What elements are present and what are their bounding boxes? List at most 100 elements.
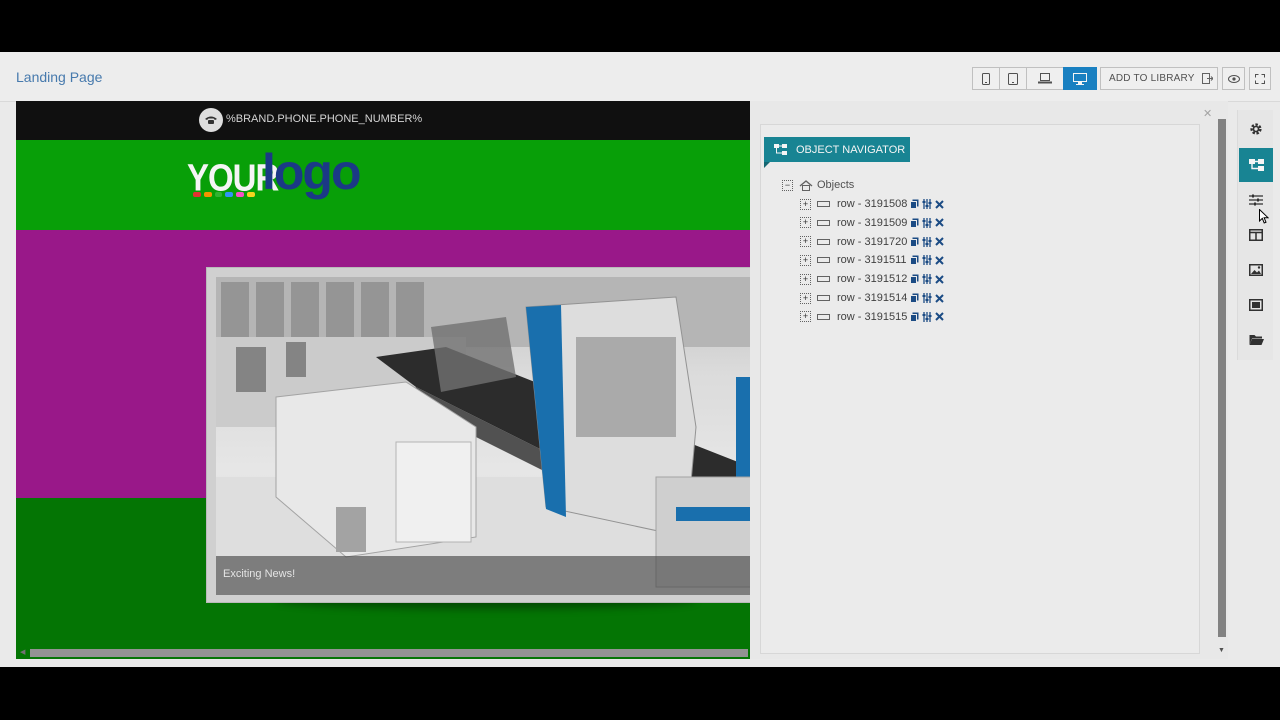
- copy-icon[interactable]: [910, 199, 919, 209]
- tree-row-label: row - 3191511: [837, 254, 907, 267]
- fullscreen-button[interactable]: [1249, 67, 1271, 90]
- phone-bar[interactable]: %BRAND.PHONE.PHONE_NUMBER%: [16, 101, 750, 140]
- sliders-icon[interactable]: [922, 293, 932, 303]
- delete-icon[interactable]: [935, 237, 944, 246]
- sliders-icon[interactable]: [922, 255, 932, 266]
- mobile-view-button[interactable]: [972, 67, 1000, 90]
- tree-root-label: Objects: [817, 179, 855, 191]
- media-button[interactable]: [1239, 288, 1273, 322]
- panel-close-icon[interactable]: ✕: [1203, 107, 1212, 120]
- gallery-icon: [1249, 299, 1263, 311]
- sitemap-icon: [1248, 159, 1264, 171]
- delete-icon[interactable]: [935, 218, 944, 228]
- phone-icon: [199, 108, 223, 132]
- tree-root[interactable]: − Objects: [782, 179, 854, 191]
- sliders-icon[interactable]: [922, 217, 932, 228]
- button-notch: [764, 162, 770, 168]
- tree-row[interactable]: + row - 3191512: [800, 273, 944, 285]
- export-icon: [1202, 73, 1213, 84]
- copy-icon[interactable]: [910, 218, 919, 228]
- row-icon: [817, 276, 830, 283]
- expand-icon[interactable]: +: [800, 236, 811, 248]
- logo-row[interactable]: YOUR logo: [16, 140, 750, 230]
- vertical-scrollbar[interactable]: [1218, 119, 1226, 637]
- sliders-icon: [1249, 194, 1263, 206]
- scroll-left-icon[interactable]: ◀: [20, 648, 25, 656]
- page-canvas[interactable]: %BRAND.PHONE.PHONE_NUMBER% YOUR logo Exc…: [16, 101, 750, 659]
- sliders-icon[interactable]: [922, 236, 932, 247]
- logo-logo-text: logo: [262, 144, 362, 200]
- news-image-card[interactable]: Exciting News!: [206, 267, 750, 603]
- tree-row[interactable]: + row - 3191511: [800, 254, 944, 266]
- sliders-icon[interactable]: [922, 274, 932, 285]
- tree-row-label: row - 3191508: [837, 198, 908, 210]
- expand-icon[interactable]: +: [800, 273, 811, 285]
- sliders-icon[interactable]: [922, 199, 932, 209]
- copy-icon[interactable]: [910, 237, 919, 247]
- sliders-icon[interactable]: [922, 311, 932, 322]
- collapse-icon[interactable]: −: [782, 179, 793, 191]
- row-icon: [817, 313, 830, 320]
- desktop-view-button[interactable]: [1063, 67, 1097, 90]
- fullscreen-icon: [1255, 73, 1265, 84]
- tree-row[interactable]: + row - 3191514: [800, 292, 944, 304]
- delete-icon[interactable]: [935, 199, 944, 209]
- delete-icon[interactable]: [935, 256, 944, 265]
- editor-window: Landing Page ADD TO LIBRARY %BRAND.PHONE…: [0, 52, 1280, 667]
- settings-button[interactable]: [1239, 112, 1273, 146]
- expand-icon[interactable]: +: [800, 254, 811, 266]
- object-navigator-panel: ✕ OBJECT NAVIGATOR − Objects + row - 3191…: [750, 101, 1228, 659]
- copy-icon[interactable]: [910, 312, 919, 322]
- file-manager-button[interactable]: [1239, 323, 1273, 357]
- logo-color-dots: [193, 192, 255, 198]
- tree-row-label: row - 3191514: [837, 292, 908, 304]
- image-caption: Exciting News!: [223, 568, 296, 580]
- tree-row[interactable]: + row - 3191509: [800, 217, 944, 229]
- object-navigator-label: OBJECT NAVIGATOR: [796, 143, 906, 156]
- mobile-icon: [982, 72, 990, 85]
- tree-row-label: row - 3191512: [837, 273, 908, 286]
- tablet-icon: [1008, 72, 1018, 85]
- delete-icon[interactable]: [935, 274, 944, 284]
- expand-icon[interactable]: +: [800, 292, 811, 304]
- tree-row[interactable]: + row - 3191515: [800, 311, 944, 323]
- delete-icon[interactable]: [935, 293, 944, 303]
- factory-photo: [216, 277, 750, 595]
- delete-icon[interactable]: [935, 312, 944, 322]
- row-icon: [817, 219, 830, 226]
- image-library-button[interactable]: [1239, 253, 1273, 287]
- editor-header: Landing Page ADD TO LIBRARY: [0, 52, 1280, 102]
- scroll-down-icon[interactable]: ▼: [1218, 647, 1225, 654]
- row-icon: [817, 201, 830, 207]
- expand-icon[interactable]: +: [800, 217, 811, 229]
- copy-icon[interactable]: [910, 255, 919, 266]
- tree-row[interactable]: + row - 3191508: [800, 198, 944, 210]
- screen: Landing Page ADD TO LIBRARY %BRAND.PHONE…: [0, 0, 1280, 720]
- tree-row-label: row - 3191515: [837, 310, 908, 323]
- phone-number-text: %BRAND.PHONE.PHONE_NUMBER%: [226, 113, 423, 125]
- preview-button[interactable]: [1222, 67, 1245, 90]
- tree-row[interactable]: + row - 3191720: [800, 236, 944, 248]
- copy-icon[interactable]: [910, 293, 919, 303]
- side-toolbar: [1237, 110, 1273, 360]
- add-to-library-button[interactable]: ADD TO LIBRARY: [1100, 67, 1218, 90]
- horizontal-scrollbar[interactable]: [30, 649, 748, 657]
- object-navigator-tab[interactable]: [1239, 148, 1273, 182]
- gear-icon: [1250, 123, 1262, 135]
- row-icon: [817, 238, 830, 245]
- laptop-view-button[interactable]: [1026, 67, 1064, 90]
- object-navigator-button[interactable]: OBJECT NAVIGATOR: [764, 137, 910, 162]
- home-icon: [799, 179, 813, 191]
- folder-open-icon: [1249, 335, 1264, 345]
- expand-icon[interactable]: +: [800, 198, 811, 210]
- columns-icon: [1249, 229, 1263, 241]
- tablet-view-button[interactable]: [999, 67, 1027, 90]
- add-to-library-label: ADD TO LIBRARY: [1109, 73, 1195, 84]
- laptop-icon: [1038, 73, 1052, 84]
- copy-icon[interactable]: [910, 274, 919, 285]
- expand-icon[interactable]: +: [800, 311, 811, 323]
- tree-row-label: row - 3191509: [837, 216, 908, 229]
- caption-bar: Exciting News!: [216, 556, 750, 595]
- row-icon: [817, 257, 830, 264]
- desktop-icon: [1073, 72, 1087, 85]
